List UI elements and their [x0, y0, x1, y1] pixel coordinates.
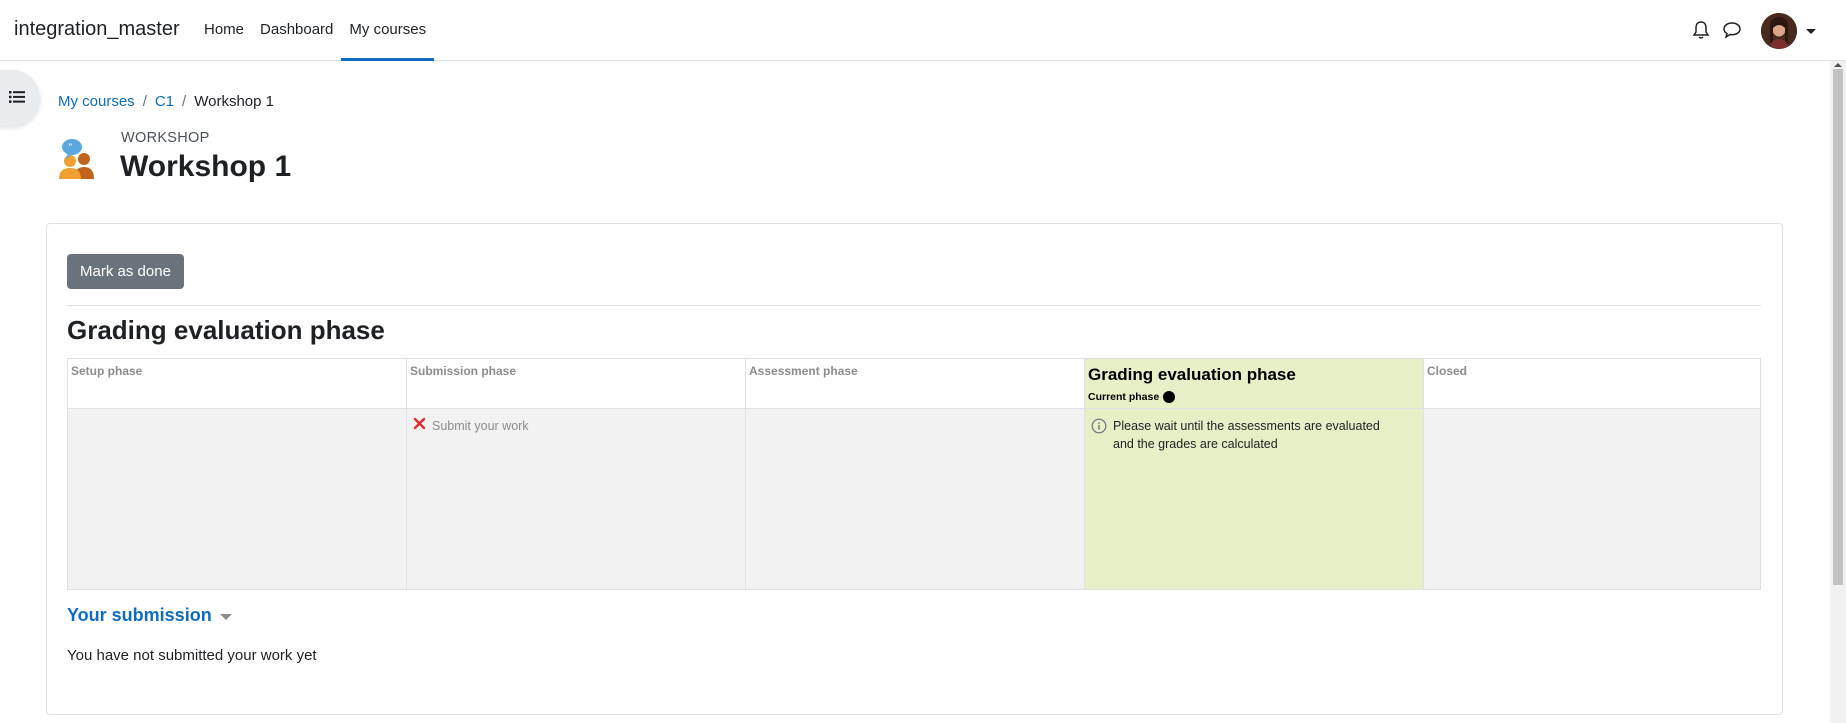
workshop-card: Mark as done Grading evaluation phase Se… [46, 223, 1783, 715]
phase-name: Submission phase [410, 364, 517, 378]
task-text: Please wait until the assessments are ev… [1113, 419, 1380, 451]
site-brand[interactable]: integration_master [14, 18, 180, 41]
phase-name: Grading evaluation phase [1088, 365, 1296, 384]
workshop-icon: ” [56, 137, 100, 181]
breadcrumb-current: Workshop 1 [194, 93, 274, 110]
phase-tasks [746, 409, 1084, 589]
chat-icon[interactable] [1722, 20, 1742, 40]
task-item: Submit your work [413, 417, 529, 435]
info-icon [1091, 418, 1107, 434]
breadcrumb: My courses / C1 / Workshop 1 [58, 93, 274, 110]
current-phase-dot-icon [1163, 391, 1176, 403]
page-title: Workshop 1 [120, 150, 292, 183]
breadcrumb-separator: / [182, 93, 187, 110]
bell-icon[interactable] [1692, 20, 1712, 40]
phase-grading-evaluation: Grading evaluation phase Current phase P… [1085, 359, 1424, 589]
phase-tasks [68, 409, 406, 589]
phase-header: Submission phase [407, 359, 745, 409]
submission-status-text: You have not submitted your work yet [67, 647, 317, 664]
phase-header: Setup phase [68, 359, 406, 409]
phase-header: Grading evaluation phase Current phase [1085, 359, 1423, 409]
task-item: Please wait until the assessments are ev… [1091, 417, 1401, 453]
phase-tasks: Please wait until the assessments are ev… [1085, 409, 1423, 589]
phase-assessment: Assessment phase [746, 359, 1085, 589]
phase-name: Setup phase [71, 364, 143, 378]
course-index-toggle[interactable] [0, 70, 40, 126]
phase-tasks: Submit your work [407, 409, 745, 589]
scroll-thumb[interactable] [1833, 69, 1843, 585]
divider [67, 305, 1761, 306]
current-phase-label: Current phase [1088, 391, 1160, 403]
phase-setup: Setup phase [68, 359, 407, 589]
user-plan-table: Setup phase Submission phase Submit your… [67, 358, 1761, 590]
svg-text:”: ” [68, 143, 73, 153]
phase-header: Assessment phase [746, 359, 1084, 409]
cross-icon [413, 417, 426, 430]
activity-type-label: WORKSHOP [121, 130, 210, 146]
phase-closed: Closed [1424, 359, 1760, 589]
current-phase-indicator: Current phase [1088, 391, 1176, 403]
nav-my-courses[interactable]: My courses [341, 0, 434, 61]
list-icon [9, 91, 25, 103]
mark-as-done-button[interactable]: Mark as done [67, 254, 184, 289]
user-menu-chevron-down-icon[interactable] [1806, 29, 1816, 34]
phase-name: Closed [1427, 364, 1468, 378]
phase-submission: Submission phase Submit your work [407, 359, 746, 589]
breadcrumb-my-courses[interactable]: My courses [58, 93, 135, 110]
breadcrumb-separator: / [142, 93, 147, 110]
chevron-down-icon [219, 614, 232, 620]
breadcrumb-c1[interactable]: C1 [155, 93, 174, 110]
nav-dashboard[interactable]: Dashboard [252, 0, 341, 60]
phase-header: Closed [1424, 359, 1760, 409]
page-scrollbar[interactable] [1830, 61, 1846, 723]
current-phase-heading: Grading evaluation phase [67, 315, 385, 345]
task-text: Submit your work [432, 419, 529, 433]
top-navbar: integration_master Home Dashboard My cou… [0, 0, 1846, 61]
scroll-up-icon[interactable] [1834, 63, 1842, 67]
your-submission-heading: Your submission [67, 605, 212, 625]
your-submission-toggle[interactable]: Your submission [67, 605, 232, 626]
nav-home[interactable]: Home [196, 0, 252, 60]
phase-name: Assessment phase [749, 364, 858, 378]
user-avatar[interactable] [1761, 13, 1797, 49]
primary-navigation: Home Dashboard My courses [196, 0, 434, 61]
phase-tasks [1424, 409, 1760, 589]
